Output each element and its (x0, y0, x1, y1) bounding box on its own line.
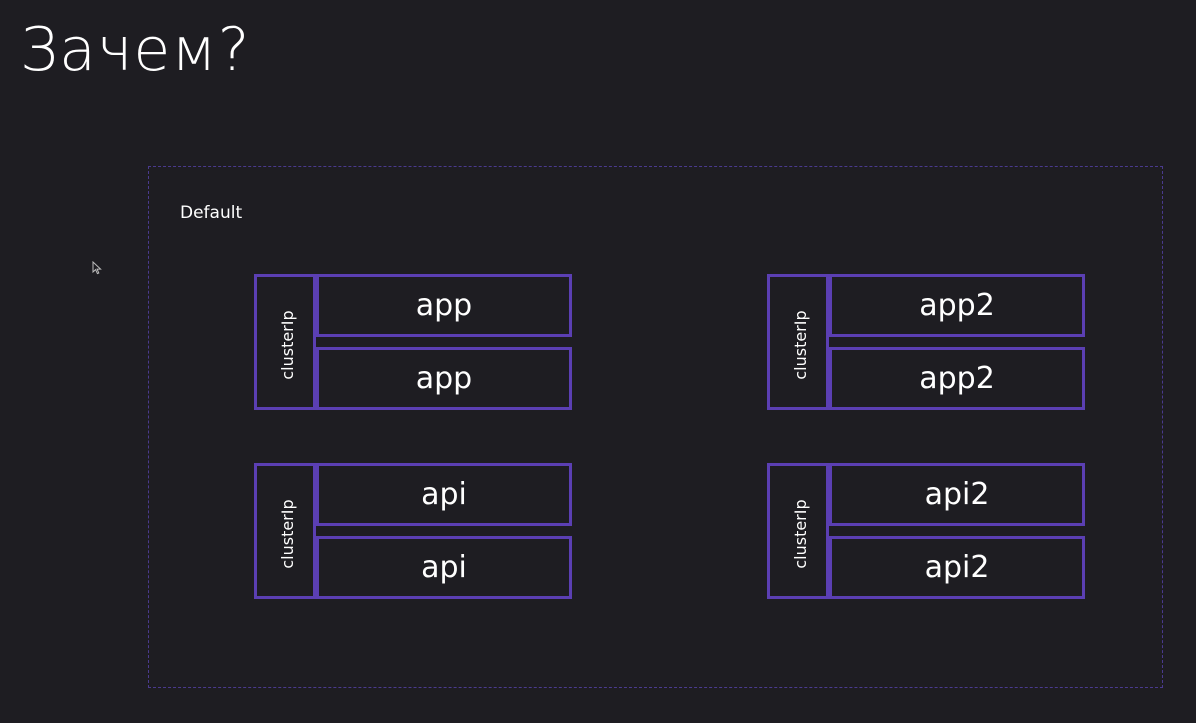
pod-box: app (316, 274, 572, 337)
service-type-box: clusterIp (254, 274, 316, 410)
pod-box: api2 (829, 463, 1085, 526)
service-api2: clusterIp api2 api2 (767, 463, 1085, 599)
pod-box: api2 (829, 536, 1085, 599)
service-type-box: clusterIp (767, 463, 829, 599)
pod-box: app (316, 347, 572, 410)
pod-box: api (316, 536, 572, 599)
service-type-label: clusterIp (278, 499, 297, 569)
mouse-pointer-icon (92, 261, 102, 275)
service-app2: clusterIp app2 app2 (767, 274, 1085, 410)
pod-box: app2 (829, 347, 1085, 410)
service-type-label: clusterIp (278, 310, 297, 380)
service-type-label: clusterIp (791, 499, 810, 569)
namespace-label: Default (180, 203, 243, 223)
service-type-box: clusterIp (254, 463, 316, 599)
namespace-frame (148, 166, 1163, 688)
slide: { "colors": { "background": "#1e1d22", "… (0, 0, 1196, 723)
service-app: clusterIp app app (254, 274, 572, 410)
service-type-box: clusterIp (767, 274, 829, 410)
service-type-label: clusterIp (791, 310, 810, 380)
pod-box: app2 (829, 274, 1085, 337)
pod-box: api (316, 463, 572, 526)
slide-title: Зачем? (20, 15, 251, 85)
service-api: clusterIp api api (254, 463, 572, 599)
